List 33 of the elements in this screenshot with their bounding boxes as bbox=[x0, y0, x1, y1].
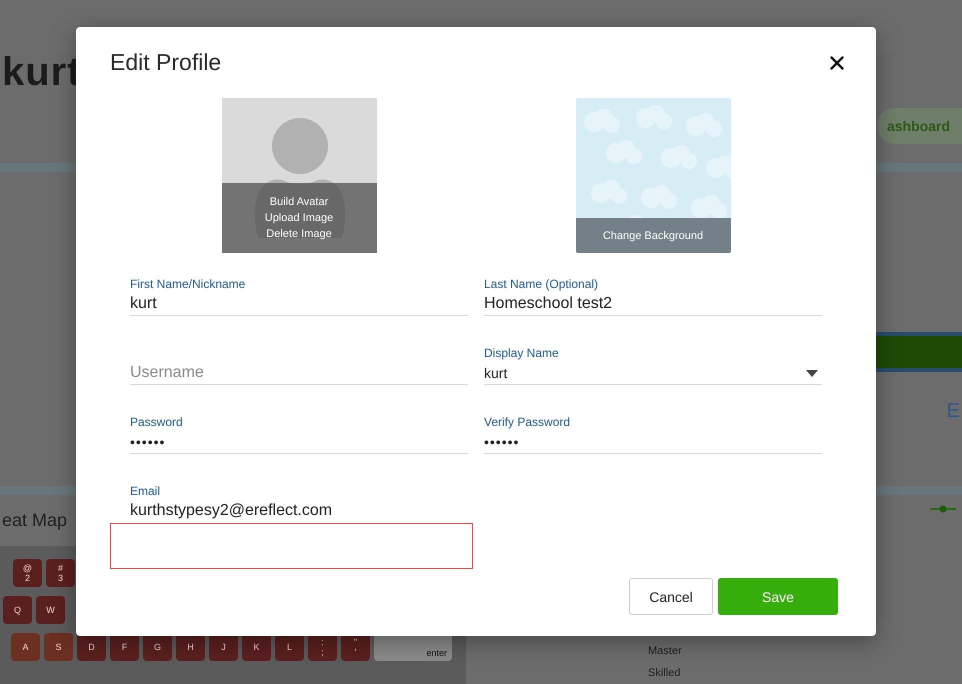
input-field[interactable]: Homeschool test2 bbox=[484, 294, 822, 316]
caret-icon bbox=[806, 370, 818, 377]
dialog-title: Edit Profile bbox=[110, 49, 222, 76]
section-title: eat Map bbox=[2, 510, 68, 532]
keyboard-key: Q bbox=[3, 596, 32, 624]
keyboard-key: A bbox=[11, 633, 40, 661]
level-label: Master bbox=[648, 645, 682, 657]
input-field[interactable]: kurt bbox=[130, 294, 468, 316]
page-heading: kurt bbox=[2, 50, 82, 95]
display-name-select[interactable]: kurt bbox=[484, 363, 822, 385]
cancel-button[interactable]: Cancel bbox=[629, 578, 713, 615]
password-field[interactable]: •••••• bbox=[484, 432, 822, 454]
avatar-action[interactable]: Delete Image bbox=[266, 228, 332, 240]
field-label: Verify Password bbox=[484, 415, 572, 429]
keyboard-key: D bbox=[77, 633, 106, 661]
password-field[interactable]: •••••• bbox=[130, 432, 468, 454]
field-label: Email bbox=[130, 484, 162, 498]
keyboard-key: # 3 bbox=[46, 559, 75, 587]
keyboard-key: W bbox=[36, 596, 65, 624]
level-label: Skilled bbox=[648, 667, 680, 679]
field-label: Password bbox=[130, 415, 184, 429]
keyboard-key: @ 2 bbox=[13, 559, 42, 587]
avatar-action[interactable]: Build Avatar bbox=[270, 196, 328, 208]
email-field[interactable]: kurthstypesy2@ereflect.com bbox=[130, 501, 468, 523]
field-label: Last Name (Optional) bbox=[484, 277, 600, 291]
input-field[interactable]: Username bbox=[130, 363, 468, 385]
avatar-action[interactable]: Upload Image bbox=[264, 212, 334, 224]
keyboard-key: S bbox=[44, 633, 73, 661]
field-label: Display Name bbox=[484, 346, 560, 360]
edge-text: E bbox=[946, 400, 960, 423]
change-background-button[interactable]: Change Background bbox=[576, 218, 730, 253]
field-label: First Name/Nickname bbox=[130, 277, 246, 291]
legend-line-icon bbox=[930, 505, 956, 513]
